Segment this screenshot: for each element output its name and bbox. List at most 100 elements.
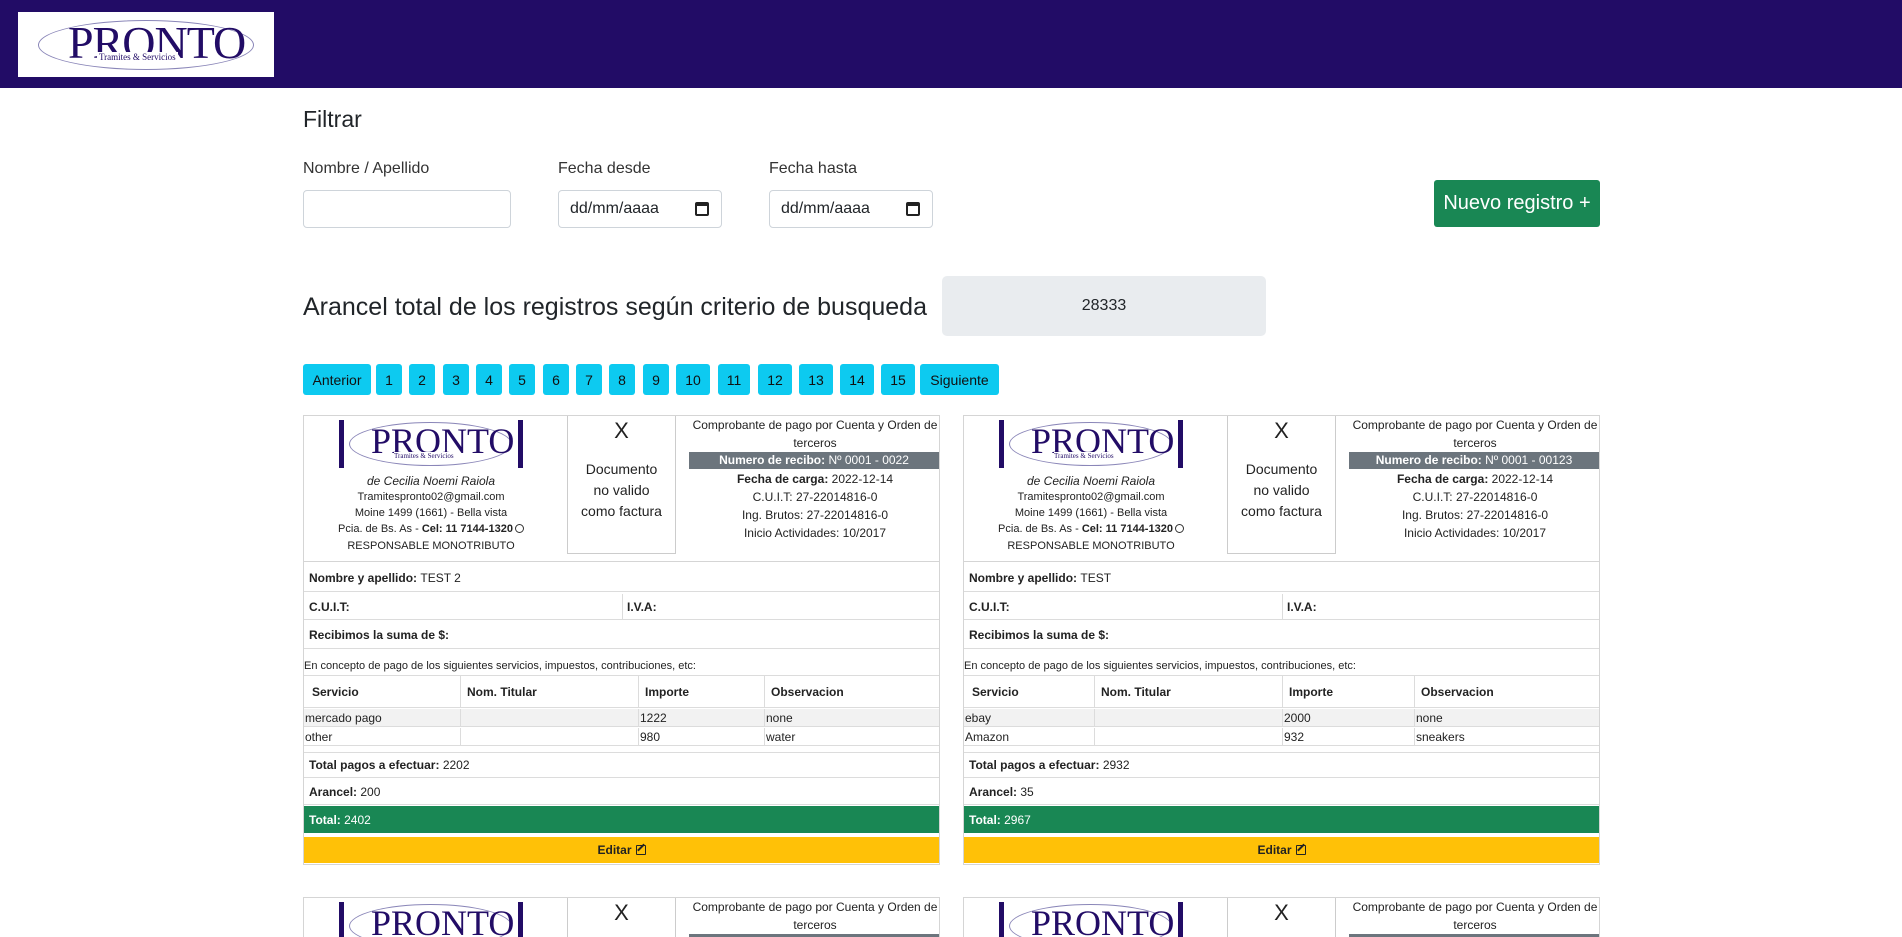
page-7-button[interactable]: 7 <box>576 364 602 395</box>
arancel-label: Arancel: <box>969 784 1018 799</box>
receipt-number-value: Nº 0001 - 00123 <box>1485 453 1573 467</box>
logo-bar-right <box>1178 420 1183 468</box>
suma-label: Recibimos la suma de $: <box>969 628 1110 642</box>
page-3-button[interactable]: 3 <box>443 364 469 395</box>
receipt-header: PRONTO Tramites & Servicios de Cecilia N… <box>964 416 1599 562</box>
name-filter-input[interactable] <box>303 190 511 228</box>
tax-status: RESPONSABLE MONOTRIBUTO <box>347 540 515 552</box>
client-cuit: C.U.I.T: <box>304 594 350 619</box>
page-5-button[interactable]: 5 <box>509 364 535 395</box>
col-servicio: Servicio <box>312 684 359 699</box>
company-inicio: Inicio Actividades: 10/2017 <box>1403 526 1547 540</box>
page-4-button[interactable]: 4 <box>476 364 502 395</box>
company-inicio: Inicio Actividades: 10/2017 <box>743 526 887 540</box>
comprobante-line-1: Comprobante de pago por Cuenta y Orden d… <box>1352 900 1598 914</box>
suma-label: Recibimos la suma de $: <box>309 628 450 642</box>
fecha-carga-value: 2022-12-14 <box>1491 472 1554 486</box>
fecha-carga-label: Fecha de carga: <box>736 472 829 486</box>
total-value: 2402 <box>344 812 371 827</box>
cuit-iva-row: C.U.I.T: I.V.A: <box>964 594 1599 620</box>
col-titular: Nom. Titular <box>1101 684 1171 699</box>
concepto-text: En concepto de pago de los siguientes se… <box>964 660 1356 672</box>
cell-importe: 932 <box>1284 729 1305 744</box>
page-6-button[interactable]: 6 <box>543 364 569 395</box>
cell-titular <box>1095 728 1096 745</box>
page-11-button[interactable]: 11 <box>718 364 750 395</box>
services-table-header: Servicio Nom. Titular Importe Observacio… <box>964 675 1599 708</box>
receipt-number-value: Nº 0001 - 0022 <box>828 453 909 467</box>
receipt-header: PRONTO Tramites & Servicios de Cecilia N… <box>304 416 939 562</box>
date-to-input[interactable]: dd/mm/aaaa <box>769 190 933 228</box>
total-label: Total: <box>309 812 341 827</box>
arancel-value: 200 <box>360 784 381 799</box>
fecha-carga-value: 2022-12-14 <box>831 472 894 486</box>
col-importe: Importe <box>1289 684 1334 699</box>
comprobante-line-2: terceros <box>1453 436 1497 450</box>
receipt-number-label: Numero de recibo: <box>1375 453 1482 467</box>
company-address: Moine 1499 (1661) - Bella vista <box>354 507 508 519</box>
cell-servicio: Amazon <box>965 729 1010 744</box>
concepto-text: En concepto de pago de los siguientes se… <box>304 660 696 672</box>
calendar-icon[interactable] <box>906 202 920 216</box>
comprobante-line-1: Comprobante de pago por Cuenta y Orden d… <box>692 900 938 914</box>
edit-label: Editar <box>597 843 632 857</box>
company-ing-brutos: Ing. Brutos: 27-22014816-0 <box>1401 508 1549 522</box>
tax-status: RESPONSABLE MONOTRIBUTO <box>1007 540 1175 552</box>
page-1-button[interactable]: 1 <box>376 364 402 395</box>
logo-bar-left <box>999 902 1004 937</box>
edit-button[interactable]: Editar <box>304 837 939 863</box>
date-from-input[interactable]: dd/mm/aaaa <box>558 190 722 228</box>
suma: Recibimos la suma de $: <box>304 622 449 648</box>
page-9-button[interactable]: 9 <box>643 364 669 395</box>
cell-importe: 2000 <box>1284 710 1311 725</box>
logo-bar-right <box>1178 902 1183 937</box>
col-observacion: Observacion <box>771 684 844 699</box>
calendar-icon[interactable] <box>695 202 709 216</box>
comprobante-line-2: terceros <box>793 436 837 450</box>
new-record-button[interactable]: Nuevo registro + <box>1434 180 1600 227</box>
page-15-button[interactable]: 15 <box>881 364 915 395</box>
col-importe: Importe <box>645 684 690 699</box>
col-observacion: Observacion <box>1421 684 1494 699</box>
filter-title: Filtrar <box>303 106 362 132</box>
page-14-button[interactable]: 14 <box>840 364 874 395</box>
client-name-label: Nombre y apellido: <box>969 571 1078 585</box>
page-10-button[interactable]: 10 <box>676 364 710 395</box>
page-13-button[interactable]: 13 <box>799 364 833 395</box>
total-pagos-label: Total pagos a efectuar: <box>309 758 440 772</box>
logo-subtitle: Tramites & Servicios <box>97 52 178 62</box>
client-name-row: Nombre y apellido: TEST 2 <box>304 565 939 592</box>
total-pagos-value: 2202 <box>442 758 470 772</box>
total-value: 2967 <box>1004 812 1031 827</box>
client-name: Nombre y apellido: TEST <box>964 565 1111 591</box>
company-contact: Pcia. de Bs. As - Cel: 11 7144-1320 <box>304 523 558 535</box>
brand-logo[interactable]: PRONTO Tramites & Servicios <box>12 12 280 77</box>
whatsapp-icon <box>1174 524 1184 533</box>
services-table-header: Servicio Nom. Titular Importe Observacio… <box>304 675 939 708</box>
fecha-carga: Fecha de carga: 2022-12-14 <box>1349 472 1599 486</box>
client-cuit-label: C.U.I.T: <box>309 599 350 614</box>
comprobante-line-2: terceros <box>1453 918 1497 932</box>
comprobante-line-1: Comprobante de pago por Cuenta y Orden d… <box>692 418 938 432</box>
suma-row: Recibimos la suma de $: <box>964 622 1599 649</box>
edit-button[interactable]: Editar <box>964 837 1599 863</box>
divider <box>764 676 765 707</box>
receipt-card: PRONTO Tramites & Servicios de Cecilia N… <box>963 415 1600 865</box>
company-province: Pcia. de Bs. As - <box>338 523 419 535</box>
comprobante-line-1: Comprobante de pago por Cuenta y Orden d… <box>1352 418 1598 432</box>
invalid-line-1: Documento <box>585 461 658 477</box>
arancel: Arancel: 35 <box>964 779 1034 804</box>
date-to-label: Fecha hasta <box>769 160 858 177</box>
page-8-button[interactable]: 8 <box>609 364 635 395</box>
receipt-logo-subtitle: Tramites & Servicios <box>394 452 454 460</box>
cell-observacion: sneakers <box>1416 729 1465 744</box>
invalid-document-box: X Documento no valido como factura <box>567 416 676 554</box>
page-12-button[interactable]: 12 <box>758 364 792 395</box>
pagination-prev[interactable]: Anterior <box>303 364 371 395</box>
invalid-line-2: no valido <box>1253 482 1310 498</box>
cell-observacion: water <box>766 729 796 744</box>
fecha-carga: Fecha de carga: 2022-12-14 <box>689 472 939 486</box>
client-cuit: C.U.I.T: <box>964 594 1010 619</box>
pagination-next[interactable]: Siguiente <box>920 364 999 395</box>
page-2-button[interactable]: 2 <box>409 364 435 395</box>
